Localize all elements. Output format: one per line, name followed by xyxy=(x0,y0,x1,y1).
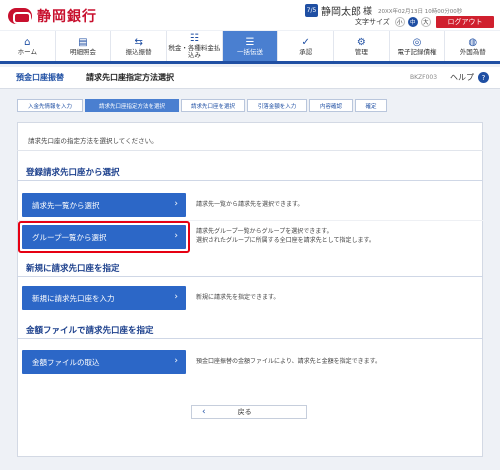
divider xyxy=(17,180,483,181)
nav-item-label: 電子記録債権 xyxy=(397,47,437,56)
progress-steps: 入金先情報を入力 請求先口座指定方法を選択 請求先口座を選択 引落金額を入力 内… xyxy=(17,99,389,112)
section-title: 登録請求先口座から選択 xyxy=(26,168,120,178)
user-name: 静岡太郎 xyxy=(321,7,361,18)
select-from-payer-list-button[interactable]: 請求先一覧から選択 › xyxy=(22,193,186,217)
button-label: 金額ファイルの取込 xyxy=(32,357,100,367)
manage-icon: ⚙ xyxy=(356,36,366,48)
step-item-current: 請求先口座指定方法を選択 xyxy=(85,99,179,112)
logout-button[interactable]: ログアウト xyxy=(436,16,494,28)
font-size-large-button[interactable]: 大 xyxy=(420,17,431,27)
stack-icon: ☰ xyxy=(245,36,255,48)
font-size-switcher: 文字サイズ 小 中 大 xyxy=(355,17,431,27)
help-icon: ? xyxy=(478,72,489,83)
header: 静岡銀行 7/5 静岡太郎 様 20XX年02月13日 10時00分00秒 文字… xyxy=(0,0,500,30)
chevron-left-icon: ‹ xyxy=(202,407,206,417)
step-item: 入金先情報を入力 xyxy=(17,99,83,112)
nav-item-approval[interactable]: ✓ 承認 xyxy=(278,31,335,61)
option-description: 預金口座振替の金額ファイルにより、請求先と金額を指定できます。 xyxy=(196,358,382,365)
import-amount-file-button[interactable]: 金額ファイルの取込 › xyxy=(22,350,186,374)
option-description: 請求先グループ一覧からグループを選択できます。 選択されたグループに所属する全口… xyxy=(196,227,375,245)
enter-new-payer-account-button[interactable]: 新規に請求先口座を入力 › xyxy=(22,286,186,310)
chevron-right-icon: › xyxy=(174,356,178,366)
step-item: 確定 xyxy=(355,99,387,112)
option-description: 新規に請求先を指定できます。 xyxy=(196,294,280,301)
nav-item-label: 外国為替 xyxy=(459,47,486,56)
nav-item-foreign-exchange[interactable]: ◍ 外国為替 xyxy=(445,31,500,61)
font-size-label: 文字サイズ xyxy=(355,18,390,26)
help-link[interactable]: ヘルプ ? xyxy=(450,72,489,83)
login-datetime: 20XX年02月13日 10時00分00秒 xyxy=(378,8,463,15)
section-title: 金額ファイルで請求先口座を指定 xyxy=(26,326,154,336)
button-label: 請求先一覧から選択 xyxy=(32,200,100,210)
transfer-icon: ⇆ xyxy=(134,36,143,48)
font-size-small-button[interactable]: 小 xyxy=(394,17,405,27)
nav-item-label: 管理 xyxy=(354,47,368,56)
globe-icon: ◍ xyxy=(468,36,478,48)
user-badge-icon: 7/5 xyxy=(305,4,318,17)
description-line: 選択されたグループに所属する全口座を請求先として指定します。 xyxy=(196,237,375,244)
divider xyxy=(17,276,483,277)
back-label: 戻る xyxy=(237,408,252,416)
nav-item-label: 承認 xyxy=(299,47,313,56)
nav-item-label: 一括伝送 xyxy=(237,47,264,56)
description-line: 請求先グループ一覧からグループを選択できます。 xyxy=(196,228,333,235)
nav-item-e-bond[interactable]: ◎ 電子記録債権 xyxy=(390,31,446,61)
help-label: ヘルプ xyxy=(450,73,474,82)
nav-item-transfer[interactable]: ⇆ 振込振替 xyxy=(111,31,168,61)
screen-code: BKZF003 xyxy=(410,74,438,81)
page-category: 預金口座振替 xyxy=(16,73,64,82)
intro-text: 請求先口座の指定方法を選択してください。 xyxy=(28,137,158,145)
nav-item-label: 明細照会 xyxy=(70,47,96,56)
bank-logo-icon xyxy=(8,8,32,24)
nav-item-label: 振込振替 xyxy=(125,47,152,56)
option-description: 請求先一覧から請求先を選択できます。 xyxy=(196,201,304,208)
font-size-medium-button[interactable]: 中 xyxy=(407,17,418,27)
divider xyxy=(17,150,483,151)
e-bond-icon: ◎ xyxy=(412,36,422,48)
step-item: 内容確認 xyxy=(309,99,353,112)
step-item: 請求先口座を選択 xyxy=(181,99,245,112)
nav-item-home[interactable]: ⌂ ホーム xyxy=(0,31,56,61)
step-item: 引落金額を入力 xyxy=(247,99,307,112)
button-label: 新規に請求先口座を入力 xyxy=(32,293,115,303)
highlight-frame xyxy=(18,221,190,253)
home-icon: ⌂ xyxy=(24,36,31,48)
bank-logo[interactable]: 静岡銀行 xyxy=(8,6,97,26)
page-header: 預金口座振替 請求先口座指定方法選択 BKZF003 ヘルプ ? xyxy=(0,67,500,89)
back-button[interactable]: ‹ 戻る xyxy=(191,405,307,419)
chevron-right-icon: › xyxy=(174,199,178,209)
divider xyxy=(17,338,483,339)
bank-name: 静岡銀行 xyxy=(37,9,97,25)
nav-item-statements[interactable]: ▤ 明細照会 xyxy=(56,31,112,61)
nav-item-label: 税金・各種料金払込み xyxy=(168,44,221,59)
global-nav: ⌂ ホーム ▤ 明細照会 ⇆ 振込振替 ☷ 税金・各種料金払込み ☰ 一括伝送 … xyxy=(0,31,500,64)
nav-item-management[interactable]: ⚙ 管理 xyxy=(334,31,390,61)
page-title: 請求先口座指定方法選択 xyxy=(86,73,174,82)
user-honorific: 様 xyxy=(363,7,373,17)
document-icon: ▤ xyxy=(78,36,88,48)
chevron-right-icon: › xyxy=(174,292,178,302)
section-title: 新規に請求先口座を指定 xyxy=(26,264,120,274)
nav-item-tax-payment[interactable]: ☷ 税金・各種料金払込み xyxy=(167,31,223,61)
approve-icon: ✓ xyxy=(301,36,310,48)
nav-item-label: ホーム xyxy=(17,47,37,56)
nav-item-bulk-transmission[interactable]: ☰ 一括伝送 xyxy=(222,31,279,61)
